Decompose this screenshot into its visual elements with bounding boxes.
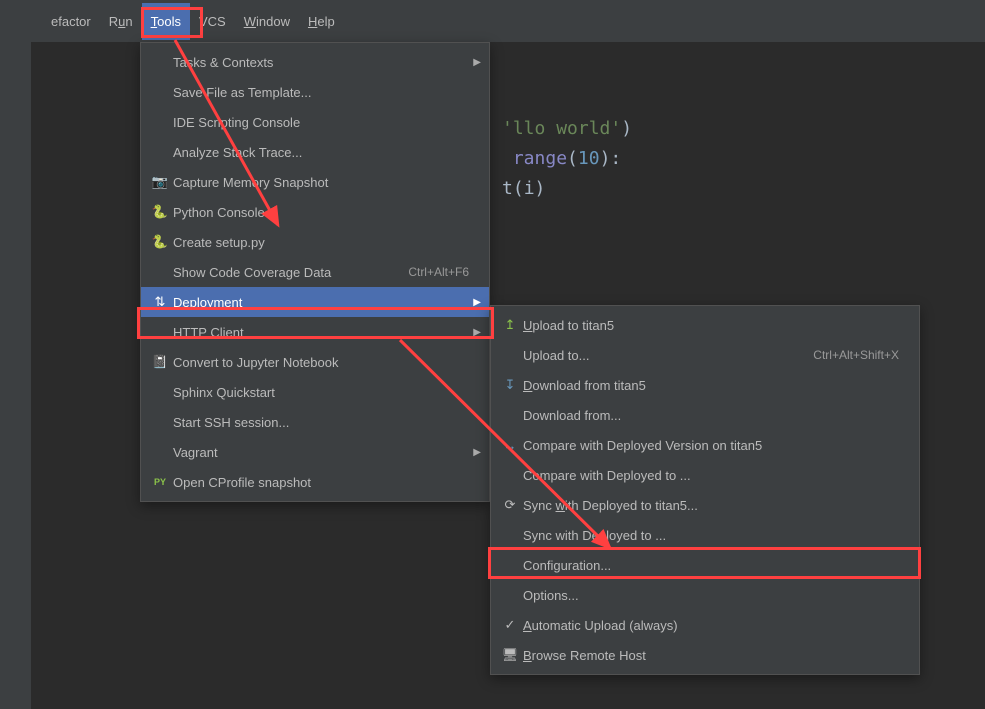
menu-python-console[interactable]: 🐍Python Console... (141, 197, 489, 227)
menu-create-setup[interactable]: 🐍Create setup.py (141, 227, 489, 257)
menu-vcs[interactable]: VCS (190, 3, 235, 40)
menu-vagrant[interactable]: Vagrant▶ (141, 437, 489, 467)
check-icon: ✓ (499, 617, 521, 633)
menu-compare-titan5[interactable]: →Compare with Deployed Version on titan5 (491, 430, 919, 460)
menu-sync-to[interactable]: Sync with Deployed to ... (491, 520, 919, 550)
compare-icon: → (499, 438, 521, 453)
menu-sync-titan5[interactable]: ⟳Sync with Deployed to titan5... (491, 490, 919, 520)
sidebar (0, 42, 32, 709)
sync-icon: ⟳ (499, 497, 521, 513)
menu-http-client[interactable]: HTTP Client▶ (141, 317, 489, 347)
menu-help[interactable]: Help (299, 3, 344, 40)
deployment-submenu: ↥Upload to titan5 Upload to...Ctrl+Alt+S… (490, 305, 920, 675)
menu-upload-to[interactable]: Upload to...Ctrl+Alt+Shift+X (491, 340, 919, 370)
menu-options[interactable]: Options... (491, 580, 919, 610)
py-icon: PY (149, 477, 171, 487)
jupyter-icon: 📓 (149, 354, 171, 370)
menu-download-titan5[interactable]: ↧Download from titan5 (491, 370, 919, 400)
menu-deployment[interactable]: ⇅Deployment▶ (141, 287, 489, 317)
menu-refactor[interactable]: efactor (42, 3, 100, 40)
menu-sphinx[interactable]: Sphinx Quickstart (141, 377, 489, 407)
menu-window[interactable]: Window (235, 3, 299, 40)
menu-tools[interactable]: Tools (142, 3, 190, 40)
menu-convert-jupyter[interactable]: 📓Convert to Jupyter Notebook (141, 347, 489, 377)
memory-icon: 📷 (149, 174, 171, 190)
menu-upload-titan5[interactable]: ↥Upload to titan5 (491, 310, 919, 340)
deployment-icon: ⇅ (149, 294, 171, 310)
menu-show-coverage[interactable]: Show Code Coverage DataCtrl+Alt+F6 (141, 257, 489, 287)
menubar: efactor Run Tools VCS Window Help (0, 0, 985, 42)
python-icon: 🐍 (149, 204, 171, 220)
menu-download-from[interactable]: Download from... (491, 400, 919, 430)
menu-automatic-upload[interactable]: ✓Automatic Upload (always) (491, 610, 919, 640)
menu-ide-scripting[interactable]: IDE Scripting Console (141, 107, 489, 137)
menu-ssh[interactable]: Start SSH session... (141, 407, 489, 437)
menu-configuration[interactable]: Configuration... (491, 550, 919, 580)
menu-tasks-contexts[interactable]: Tasks & Contexts▶ (141, 47, 489, 77)
host-icon: 🖥 (499, 647, 521, 663)
code-preview: 'llo world') range(10): t(i) (502, 114, 632, 204)
python-icon: 🐍 (149, 234, 171, 250)
upload-icon: ↥ (499, 317, 521, 333)
menu-browse-remote[interactable]: 🖥Browse Remote Host (491, 640, 919, 670)
menu-capture-memory[interactable]: 📷Capture Memory Snapshot (141, 167, 489, 197)
download-icon: ↧ (499, 377, 521, 393)
menu-compare-to[interactable]: Compare with Deployed to ... (491, 460, 919, 490)
tools-dropdown: Tasks & Contexts▶ Save File as Template.… (140, 42, 490, 502)
menu-run[interactable]: Run (100, 3, 142, 40)
menu-analyze-stack[interactable]: Analyze Stack Trace... (141, 137, 489, 167)
menu-cprofile[interactable]: PYOpen CProfile snapshot (141, 467, 489, 497)
menu-save-as-template[interactable]: Save File as Template... (141, 77, 489, 107)
